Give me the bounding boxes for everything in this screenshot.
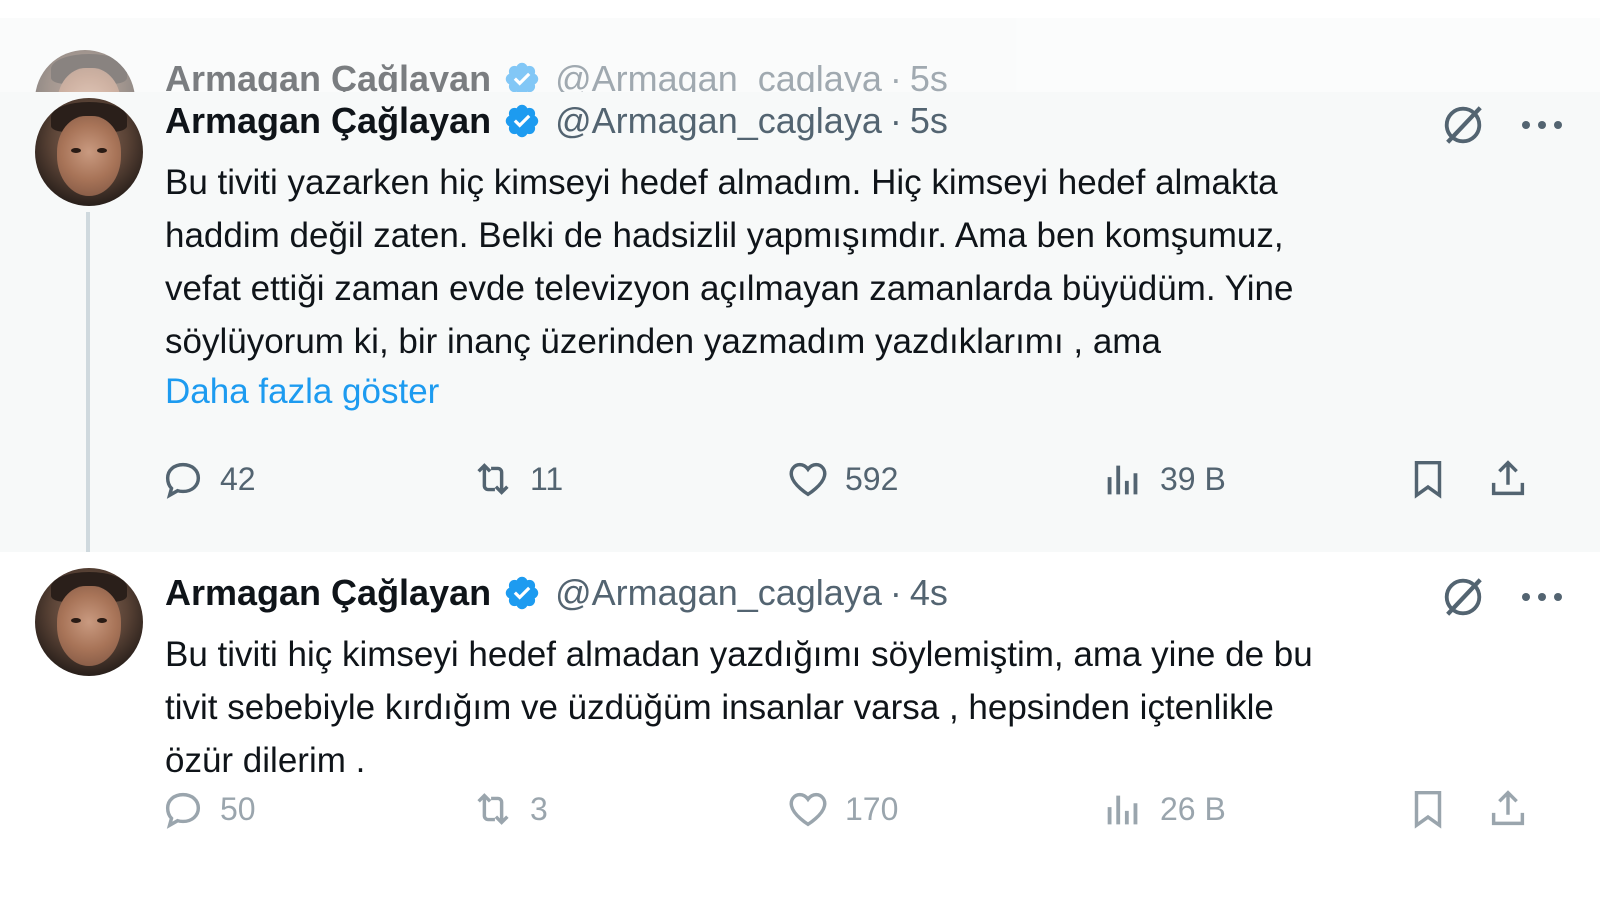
- like-icon: [789, 792, 827, 827]
- reply-icon: [165, 792, 201, 829]
- avatar[interactable]: [35, 568, 143, 676]
- separator: ·: [889, 58, 902, 92]
- tweet-text-line: söylüyorum ki, bir inanç üzerinden yazma…: [165, 322, 1161, 361]
- author-handle[interactable]: @Armagan_caglaya: [555, 58, 882, 92]
- avatar[interactable]: [35, 50, 135, 92]
- tweet-actions: 50 3 170 26 B: [160, 786, 1540, 836]
- more-icon[interactable]: [1520, 118, 1564, 132]
- repost-icon: [477, 793, 509, 825]
- author-handle[interactable]: @Armagan_caglaya: [555, 572, 882, 614]
- repost-icon: [477, 463, 509, 495]
- like-icon: [789, 462, 827, 497]
- bookmark-icon: [1414, 790, 1442, 829]
- bookmark-button[interactable]: [1405, 456, 1451, 502]
- bookmark-button[interactable]: [1405, 786, 1451, 832]
- tweet-text-line: Bu tiviti yazarken hiç kimseyi hedef alm…: [165, 163, 1278, 202]
- verified-badge-icon: [505, 104, 539, 138]
- ghost-tweet: Armagan Çağlayan @Armagan_caglaya · 5s: [0, 18, 1600, 92]
- like-count: 592: [845, 460, 899, 497]
- share-button[interactable]: [1485, 456, 1531, 502]
- grok-icon[interactable]: [1440, 102, 1486, 148]
- reply-button[interactable]: 50: [160, 786, 256, 832]
- share-icon: [1491, 460, 1525, 496]
- repost-button[interactable]: 3: [470, 786, 548, 832]
- tweet-text-line: özür dilerim .: [165, 741, 366, 780]
- grok-icon[interactable]: [1440, 574, 1486, 620]
- tweet-header: Armagan Çağlayan @Armagan_caglaya · 5s: [165, 100, 948, 142]
- tweet-2[interactable]: Armagan Çağlayan @Armagan_caglaya · 4s B…: [0, 552, 1600, 900]
- timestamp[interactable]: 5s: [910, 100, 948, 142]
- share-icon: [1491, 790, 1525, 826]
- like-button[interactable]: 170: [785, 786, 898, 832]
- tweet-text-line: vefat ettiği zaman evde televizyon açılm…: [165, 269, 1294, 308]
- views-count: 26 B: [1160, 790, 1226, 827]
- like-button[interactable]: 592: [785, 456, 898, 502]
- separator: ·: [889, 572, 902, 613]
- repost-button[interactable]: 11: [470, 456, 563, 502]
- tweet-header-actions: [1440, 102, 1564, 148]
- reply-button[interactable]: 42: [160, 456, 256, 502]
- tweet-text-line: tivit sebebiyle kırdığım ve üzdüğüm insa…: [165, 688, 1274, 727]
- verified-badge-icon: [505, 576, 539, 610]
- avatar[interactable]: [35, 98, 143, 206]
- tweet-thread: Armagan Çağlayan @Armagan_caglaya · 5s A…: [0, 0, 1600, 900]
- tweet-actions: 42 11 592 39 B: [160, 456, 1540, 506]
- timestamp[interactable]: 4s: [910, 572, 948, 614]
- author-name[interactable]: Armagan Çağlayan: [165, 58, 491, 92]
- reply-icon: [165, 462, 201, 499]
- bookmark-icon: [1414, 460, 1442, 499]
- tweet-text: Bu tiviti hiç kimseyi hedef almadan yazd…: [165, 628, 1525, 787]
- top-strip: [0, 0, 1600, 18]
- reply-count: 50: [220, 790, 256, 827]
- views-button[interactable]: 39 B: [1100, 456, 1226, 502]
- tweet-text-line: Bu tiviti hiç kimseyi hedef almadan yazd…: [165, 635, 1313, 674]
- more-icon[interactable]: [1520, 590, 1564, 604]
- thread-line: [86, 212, 90, 554]
- views-count: 39 B: [1160, 460, 1226, 497]
- author-handle[interactable]: @Armagan_caglaya: [555, 100, 882, 142]
- tweet-1[interactable]: Armagan Çağlayan @Armagan_caglaya · 5s B…: [0, 92, 1600, 554]
- tweet-header-actions: [1440, 574, 1564, 620]
- tweet-text-line: haddim değil zaten. Belki de hadsizlil y…: [165, 216, 1284, 255]
- like-count: 170: [845, 790, 899, 827]
- views-button[interactable]: 26 B: [1100, 786, 1226, 832]
- ghost-tweet-header: Armagan Çağlayan @Armagan_caglaya · 5s: [165, 58, 948, 92]
- views-icon: [1107, 795, 1138, 825]
- share-button[interactable]: [1485, 786, 1531, 832]
- show-more-link[interactable]: Daha fazla göster: [165, 372, 439, 412]
- repost-count: 3: [530, 790, 548, 827]
- reply-count: 42: [220, 460, 256, 497]
- tweet-header: Armagan Çağlayan @Armagan_caglaya · 4s: [165, 572, 948, 614]
- author-name[interactable]: Armagan Çağlayan: [165, 572, 491, 614]
- separator: ·: [889, 100, 902, 141]
- views-icon: [1107, 465, 1138, 495]
- author-name[interactable]: Armagan Çağlayan: [165, 100, 491, 142]
- verified-badge-icon: [505, 62, 539, 92]
- repost-count: 11: [530, 460, 564, 497]
- timestamp[interactable]: 5s: [910, 58, 948, 92]
- tweet-text: Bu tiviti yazarken hiç kimseyi hedef alm…: [165, 156, 1525, 368]
